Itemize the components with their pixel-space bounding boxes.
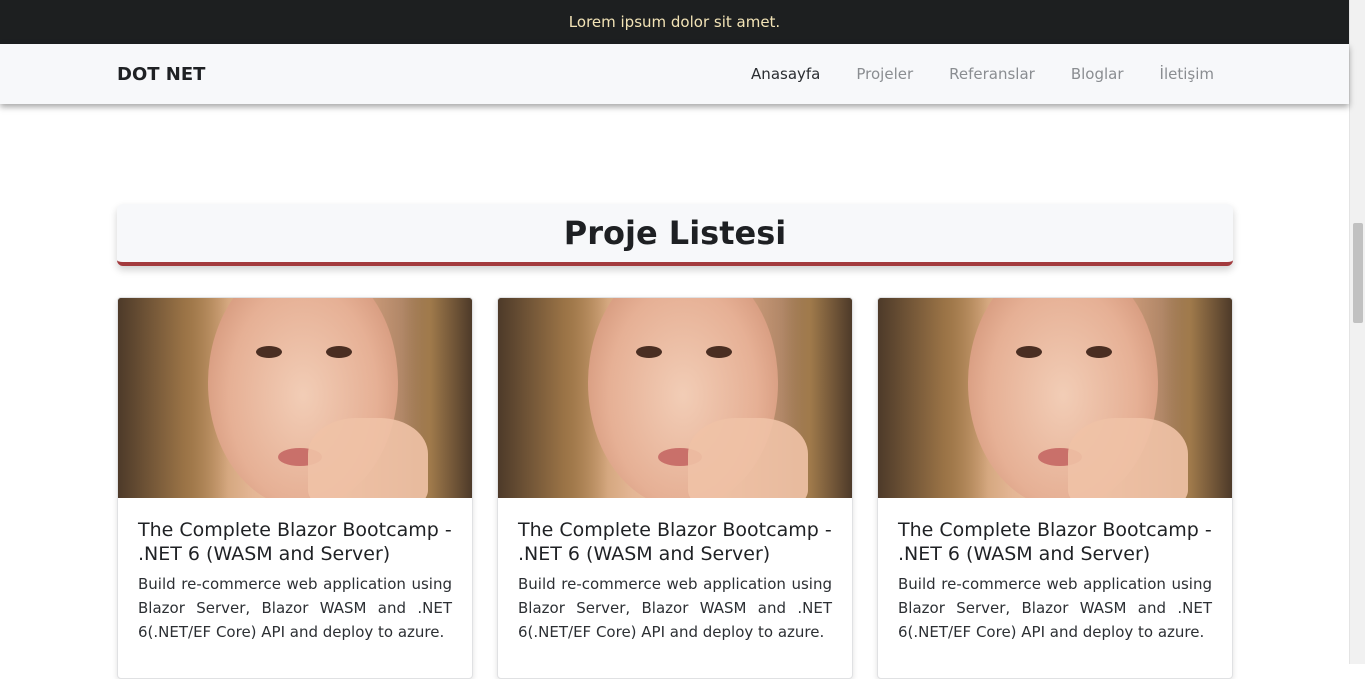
nav-link-referanslar[interactable]: Referanslar [949,65,1035,83]
navbar: DOT NET Anasayfa Projeler Referanslar Bl… [0,44,1349,104]
project-image [878,298,1232,498]
nav-link-bloglar[interactable]: Bloglar [1071,65,1124,83]
project-card[interactable]: The Complete Blazor Bootcamp - .NET 6 (W… [877,297,1233,679]
project-card[interactable]: The Complete Blazor Bootcamp - .NET 6 (W… [497,297,853,679]
announcement-text: Lorem ipsum dolor sit amet. [568,13,781,31]
page-title: Proje Listesi [563,214,787,252]
nav-links: Anasayfa Projeler Referanslar Bloglar İl… [715,44,1214,104]
project-description: Build re-commerce web application using … [138,575,452,641]
nav-link-iletisim[interactable]: İletişim [1160,65,1214,83]
project-title[interactable]: The Complete Blazor Bootcamp - .NET 6 (W… [518,518,832,566]
announcement-bar: Lorem ipsum dolor sit amet. [0,0,1349,44]
section-header: Proje Listesi [117,204,1233,266]
vertical-scrollbar[interactable] [1349,0,1365,664]
project-description: Build re-commerce web application using … [518,575,832,641]
project-card[interactable]: The Complete Blazor Bootcamp - .NET 6 (W… [117,297,473,679]
brand-logo[interactable]: DOT NET [117,64,205,85]
project-image [498,298,852,498]
nav-link-anasayfa[interactable]: Anasayfa [751,65,820,83]
project-title[interactable]: The Complete Blazor Bootcamp - .NET 6 (W… [898,518,1212,566]
project-title[interactable]: The Complete Blazor Bootcamp - .NET 6 (W… [138,518,452,566]
project-image [118,298,472,498]
project-description: Build re-commerce web application using … [898,575,1212,641]
scrollbar-thumb[interactable] [1353,223,1363,323]
nav-link-projeler[interactable]: Projeler [856,65,913,83]
